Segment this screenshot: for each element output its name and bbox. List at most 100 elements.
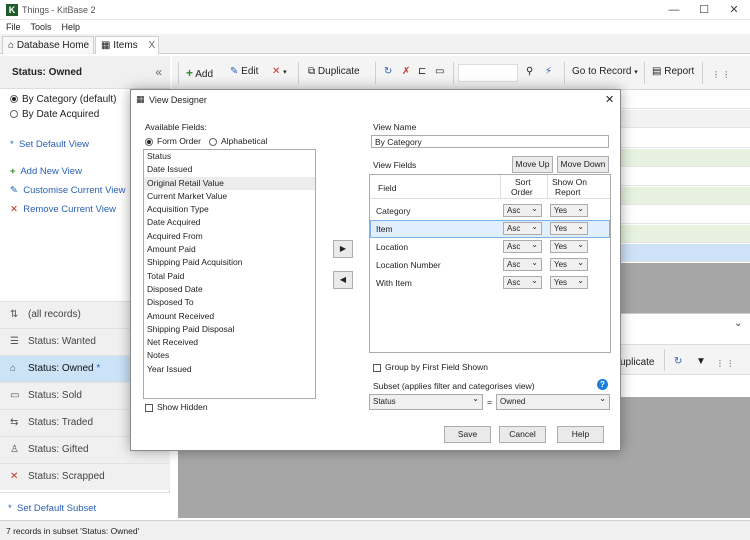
table-row[interactable]: With Item Asc Yes — [370, 274, 610, 292]
tab-database-home[interactable]: ⌂ Database Home — [2, 36, 94, 54]
list-item[interactable]: Status — [144, 150, 315, 163]
set-default-view-link[interactable]: * Set Default View — [10, 139, 89, 150]
toolbar-separator — [702, 62, 703, 84]
report-button[interactable]: ▤ Report — [652, 66, 694, 77]
add-field-button[interactable]: ▶ — [333, 240, 353, 258]
list-item[interactable]: Year Issued — [144, 363, 315, 376]
sort-select[interactable]: Asc — [503, 276, 542, 289]
subset-footer: * Set Default Subset — [0, 492, 170, 520]
maximize-button[interactable]: ☐ — [690, 2, 718, 18]
expand-icon[interactable]: ⌄ — [734, 318, 742, 329]
list-item[interactable]: Date Issued — [144, 163, 315, 176]
close-window-button[interactable]: ✕ — [720, 2, 748, 18]
list-item[interactable]: Net Received — [144, 336, 315, 349]
list-item[interactable]: Disposed Date — [144, 283, 315, 296]
checkbox-icon — [145, 403, 153, 412]
list-item[interactable]: Total Paid — [144, 270, 315, 283]
search-icon[interactable]: ⚲ — [526, 66, 533, 77]
remove-view-link[interactable]: ✕ Remove Current View — [10, 204, 116, 215]
go-to-record-button[interactable]: Go to Record ▾ — [572, 66, 638, 77]
list-item[interactable]: Shipping Paid Acquisition — [144, 256, 315, 269]
sort-select[interactable]: Asc — [503, 222, 542, 235]
view-name-input[interactable]: By Category — [371, 135, 609, 148]
menu-file[interactable]: File — [0, 20, 25, 32]
layout-icon[interactable]: ▭ — [435, 66, 444, 77]
view-fields-label: View Fields — [373, 160, 417, 170]
customise-view-link[interactable]: ✎ Customise Current View — [10, 185, 126, 196]
available-fields-list[interactable]: Status Date Issued Original Retail Value… — [143, 149, 316, 399]
edit-button[interactable]: ✎ Edit — [230, 66, 258, 77]
show-select[interactable]: Yes — [550, 276, 588, 289]
move-up-button[interactable]: Move Up — [512, 156, 553, 173]
window-icon[interactable]: ⊏ — [418, 66, 426, 77]
list-item[interactable]: Current Market Value — [144, 190, 315, 203]
sort-select[interactable]: Asc — [503, 258, 542, 271]
move-down-button[interactable]: Move Down — [557, 156, 609, 173]
remove-field-button[interactable]: ◀ — [333, 271, 353, 289]
status-bar: 7 records in subset 'Status: Owned' — [0, 520, 750, 540]
list-item[interactable]: Acquired From — [144, 230, 315, 243]
list-item[interactable]: Original Retail Value — [144, 176, 315, 190]
delete-button[interactable]: ✕ ▾ — [272, 66, 287, 77]
show-select[interactable]: Yes — [550, 222, 588, 235]
show-select[interactable]: Yes — [550, 240, 588, 253]
filter-icon[interactable]: ▼ — [696, 356, 706, 367]
list-item[interactable]: Amount Received — [144, 310, 315, 323]
sort-select[interactable]: Asc — [503, 204, 542, 217]
sort-select[interactable]: Asc — [503, 240, 542, 253]
tab-label: Items — [113, 40, 138, 51]
show-select[interactable]: Yes — [550, 258, 588, 271]
tab-items[interactable]: ▦ Items X — [95, 36, 159, 54]
table-row[interactable]: Location Number Asc Yes — [370, 256, 610, 274]
search-input[interactable] — [458, 64, 518, 82]
list-icon: ☰ — [10, 336, 19, 347]
help-icon[interactable]: ? — [597, 379, 608, 390]
pencil-icon: ✎ — [230, 66, 239, 77]
radio-alphabetical[interactable]: Alphabetical — [209, 136, 267, 146]
table-row[interactable]: Location Asc Yes — [370, 238, 610, 256]
menu-tools[interactable]: Tools — [25, 20, 56, 32]
list-item[interactable]: Acquisition Type — [144, 203, 315, 216]
show-hidden-checkbox[interactable]: Show Hidden — [145, 402, 208, 412]
menu-help[interactable]: Help — [56, 20, 85, 32]
table-row[interactable]: Category Asc Yes — [370, 202, 610, 220]
view-option-by-date[interactable]: By Date Acquired — [10, 109, 99, 120]
subset-label: Status: Owned — [28, 363, 94, 374]
list-item[interactable]: Shipping Paid Disposal — [144, 323, 315, 336]
help-button[interactable]: Help — [557, 426, 604, 443]
duplicate-button[interactable]: ⧉ Duplicate — [308, 66, 360, 77]
detail-duplicate-button[interactable]: uplicate — [620, 357, 654, 368]
detail-refresh-icon[interactable]: ↻ — [674, 356, 682, 367]
view-option-by-category[interactable]: By Category (default) — [10, 94, 117, 105]
list-item[interactable]: Disposed To — [144, 296, 315, 309]
minimize-button[interactable]: — — [660, 2, 688, 18]
checkbox-icon — [373, 363, 381, 372]
dialog-close-icon[interactable]: ✕ — [605, 93, 614, 106]
add-new-view-link[interactable]: + Add New View — [10, 166, 82, 177]
set-default-subset-link[interactable]: * Set Default Subset — [8, 503, 96, 514]
detail-overflow-icon[interactable]: ⋮ ⋮ — [716, 359, 734, 368]
col-show-header-1: Show On — [552, 177, 587, 187]
clear-filter-icon[interactable]: ✗ — [402, 66, 410, 77]
radio-form-order[interactable]: Form Order — [145, 136, 201, 146]
subset-scrapped[interactable]: ✕ Status: Scrapped — [0, 463, 170, 490]
add-button[interactable]: + Add — [186, 66, 213, 80]
all-records-icon: ⇅ — [10, 309, 19, 320]
link-label: Set Default Subset — [16, 503, 97, 514]
list-item[interactable]: Notes — [144, 349, 315, 362]
group-by-checkbox[interactable]: Group by First Field Shown — [373, 362, 488, 372]
list-item[interactable]: Date Acquired — [144, 216, 315, 229]
refresh-icon[interactable]: ↻ — [384, 66, 392, 77]
collapse-icon[interactable]: « — [155, 65, 162, 79]
save-button[interactable]: Save — [444, 426, 491, 443]
show-select[interactable]: Yes — [550, 204, 588, 217]
cancel-button[interactable]: Cancel — [499, 426, 546, 443]
menu-bar: File Tools Help — [0, 20, 750, 34]
list-item[interactable]: Amount Paid — [144, 243, 315, 256]
toolbar-overflow-icon[interactable]: ⋮ ⋮ — [712, 70, 730, 79]
magic-search-icon[interactable]: ⚡ — [545, 66, 552, 77]
subset-field-select[interactable]: Status — [369, 394, 483, 410]
subset-value-select[interactable]: Owned — [496, 394, 610, 410]
table-row[interactable]: Item Asc Yes — [370, 220, 610, 238]
tab-close-icon[interactable]: X — [148, 40, 155, 51]
